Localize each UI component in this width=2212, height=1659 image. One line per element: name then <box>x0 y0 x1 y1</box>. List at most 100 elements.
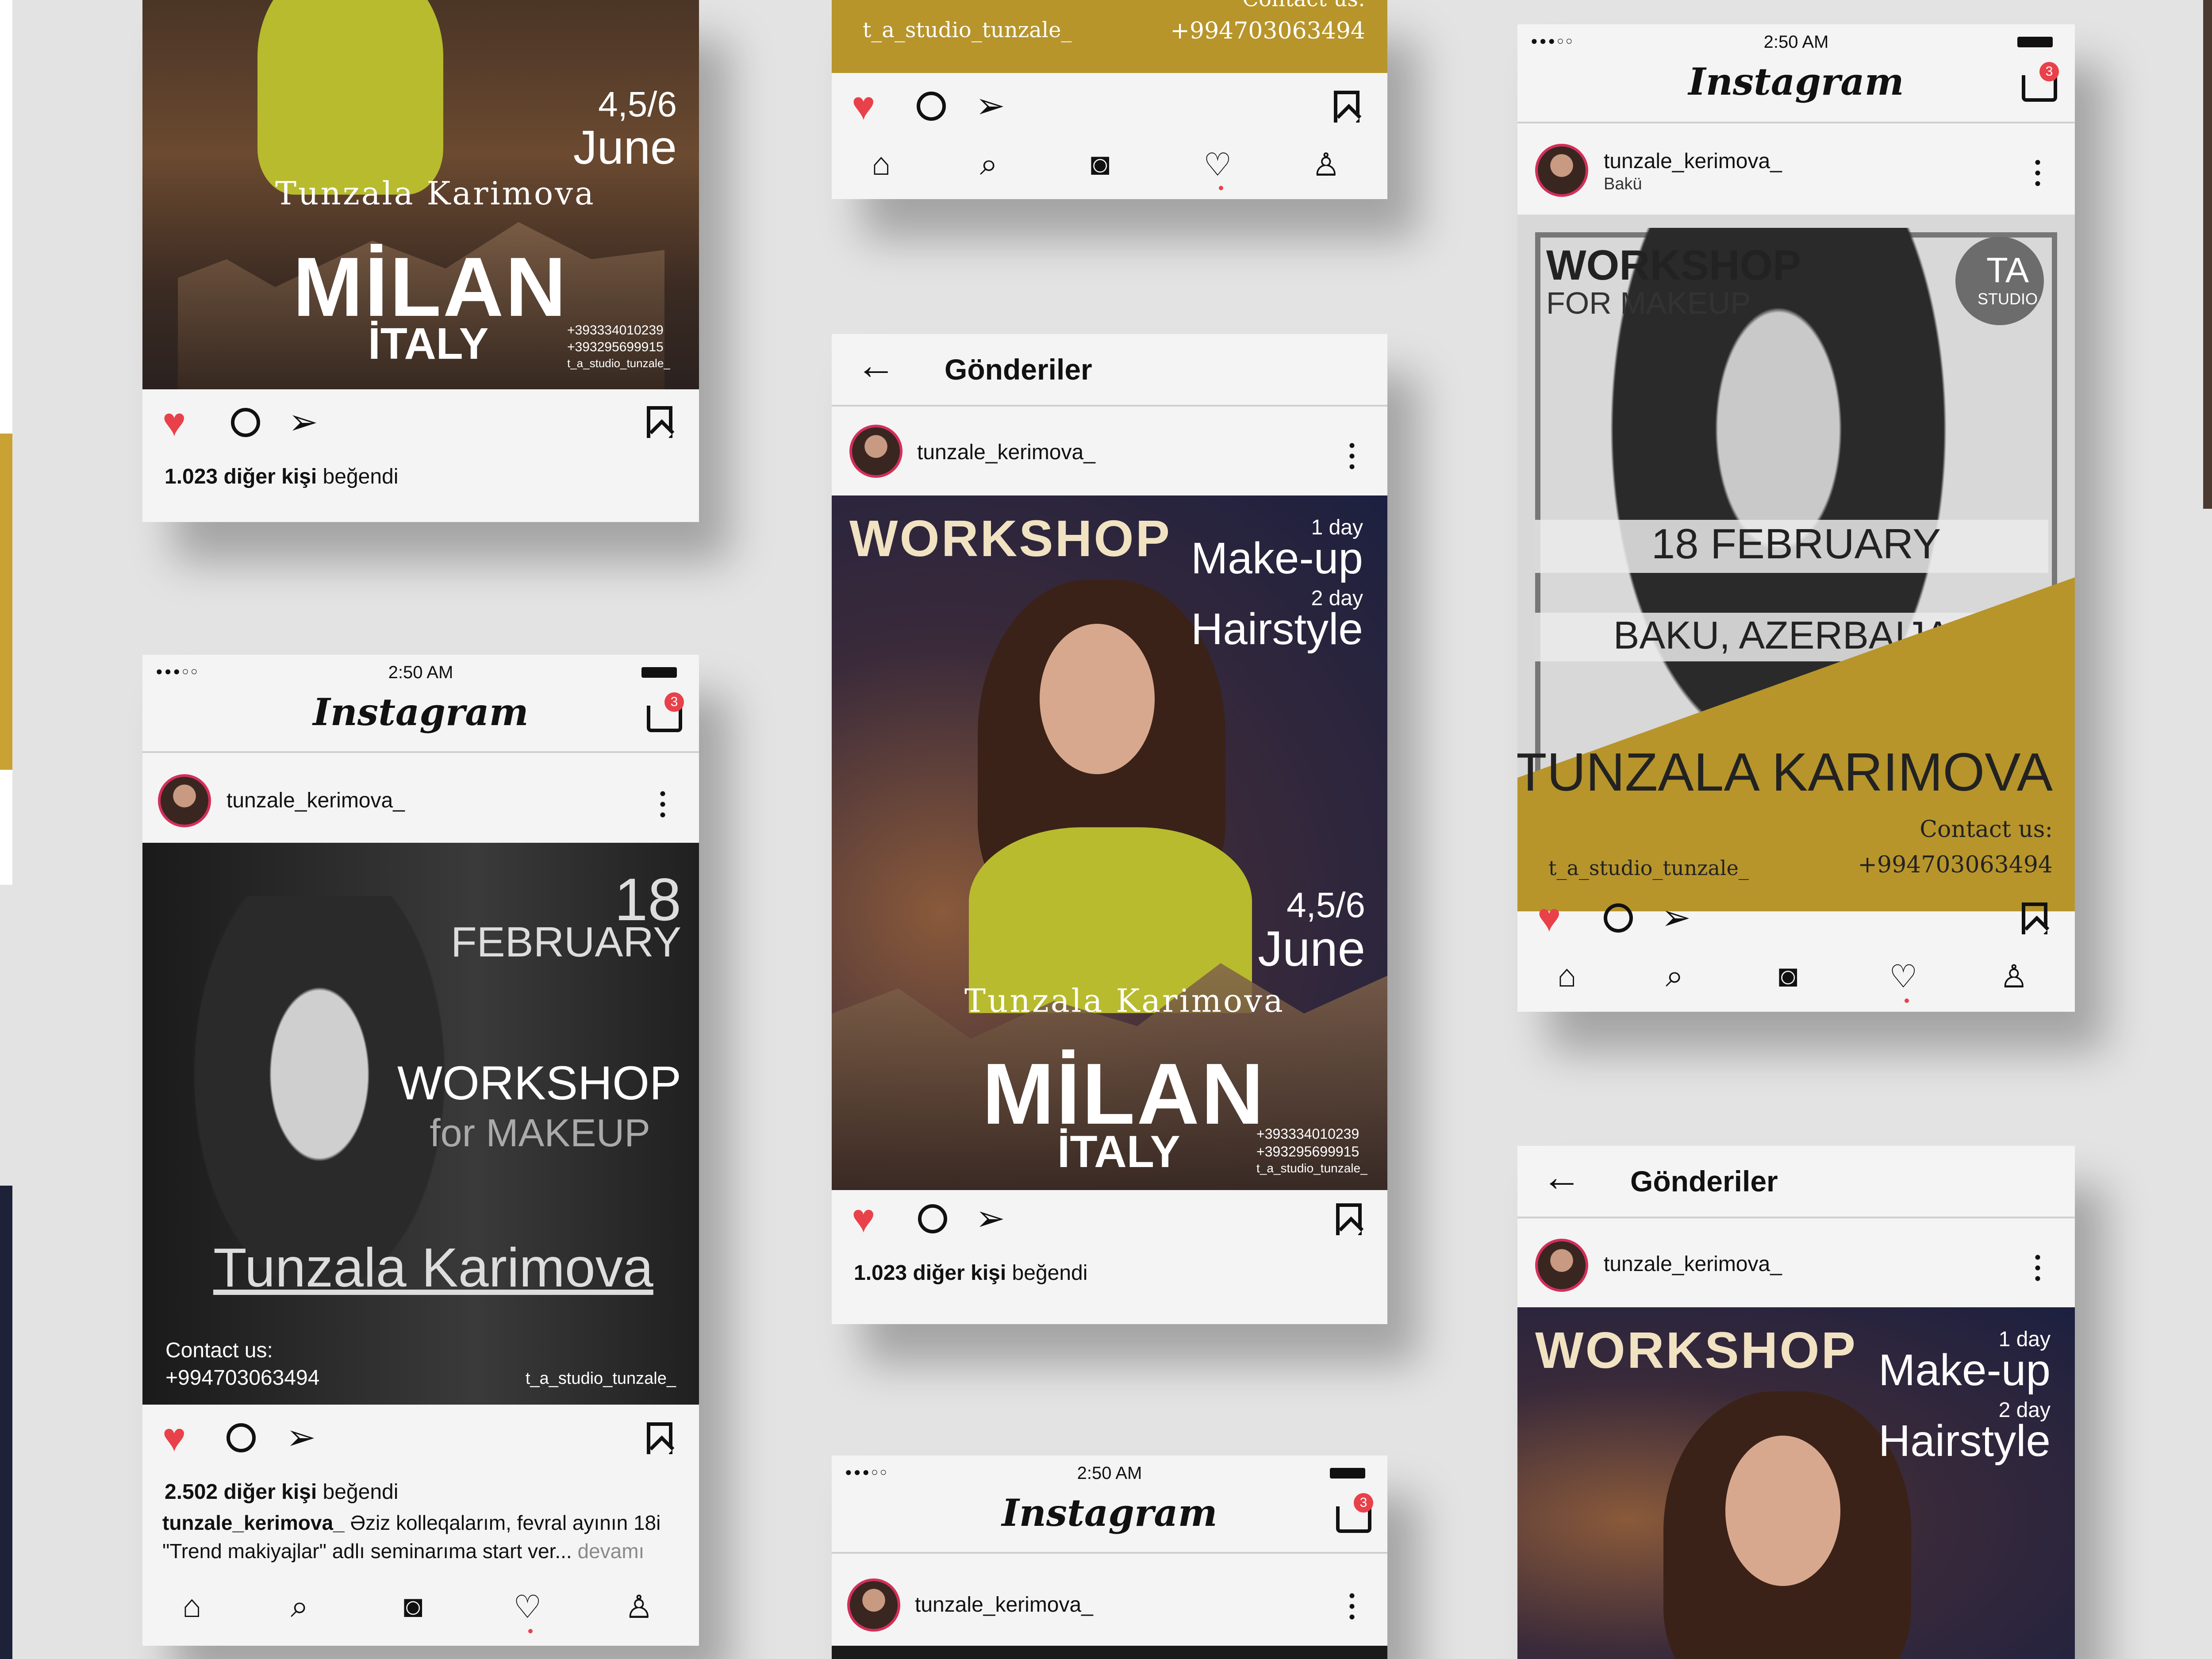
activity-heart-icon[interactable]: ♡ <box>1889 958 1918 995</box>
post-image-milan-workshop[interactable]: WORKSHOP 1 day Make-up 2 day Hairstyle 4… <box>832 495 1387 1190</box>
more-options-icon[interactable] <box>660 788 665 818</box>
back-arrow-icon[interactable]: ← <box>856 343 896 388</box>
likes-number: 1.023 diğer kişi <box>854 1261 1006 1285</box>
contact-phone: +994703063494 <box>165 1366 320 1390</box>
like-heart-icon[interactable]: ♥ <box>852 86 875 126</box>
studio-logo-mark: TA <box>1986 250 2029 290</box>
username[interactable]: tunzale_kerimova_ <box>915 1593 1093 1617</box>
home-icon[interactable]: ⌂ <box>872 146 891 182</box>
search-icon[interactable]: ⌕ <box>1666 958 1683 995</box>
avatar[interactable] <box>847 1578 900 1632</box>
like-heart-icon[interactable]: ♥ <box>852 1199 875 1239</box>
profile-icon[interactable]: ♙ <box>2000 958 2028 995</box>
camera-icon[interactable]: ◙ <box>403 1588 423 1624</box>
caption-user[interactable]: tunzale_kerimova_ <box>162 1511 345 1534</box>
phone-1: +393334010239 <box>1256 1126 1359 1142</box>
portrait-face <box>1725 1436 1840 1586</box>
post-image-feb-bw[interactable]: 18 FEBRUARY WORKSHOP for MAKEUP Tunzala … <box>142 843 699 1405</box>
username[interactable]: tunzale_kerimova_ <box>1604 149 1782 173</box>
comment-icon[interactable] <box>227 1423 256 1452</box>
like-heart-icon[interactable]: ♥ <box>1537 898 1561 938</box>
header-divider <box>142 751 699 753</box>
like-heart-icon[interactable]: ♥ <box>162 1418 186 1458</box>
activity-heart-icon[interactable]: ♡ <box>1203 146 1232 183</box>
contact-label: Contact us: <box>165 1339 273 1362</box>
likes-suffix: beğendi <box>323 465 399 488</box>
camera-icon[interactable]: ◙ <box>1778 958 1798 994</box>
comment-icon[interactable] <box>231 408 260 437</box>
camera-icon[interactable]: ◙ <box>1091 146 1110 182</box>
avatar[interactable] <box>158 774 211 827</box>
likes-count: 2.502 diğer kişi beğendi <box>165 1480 398 1504</box>
share-icon[interactable]: ➢ <box>286 1420 316 1455</box>
bookmark-icon[interactable] <box>1334 91 1359 123</box>
likes-number: 1.023 diğer kişi <box>165 465 317 488</box>
comment-icon[interactable] <box>918 1204 947 1233</box>
like-heart-icon[interactable]: ♥ <box>162 403 186 442</box>
search-icon[interactable]: ⌕ <box>980 146 998 183</box>
profile-icon[interactable]: ♙ <box>1312 146 1340 183</box>
likes-count: 1.023 diğer kişi beğendi <box>165 465 398 489</box>
action-row: ♥ ➢ <box>142 1418 699 1462</box>
username[interactable]: tunzale_kerimova_ <box>917 440 1095 465</box>
studio-handle: t_a_studio_tunzale_ <box>1256 1161 1367 1175</box>
location[interactable]: Bakü <box>1604 175 1642 194</box>
battery-icon <box>641 667 677 678</box>
contact-label: Contact us: <box>1242 0 1365 12</box>
makeup-label: Make-up <box>1878 1345 2051 1395</box>
more-options-icon[interactable] <box>2035 157 2040 187</box>
artist-name: Tunzala Karimova <box>964 982 1285 1019</box>
home-icon[interactable]: ⌂ <box>1557 958 1577 994</box>
bookmark-icon[interactable] <box>647 406 672 438</box>
comment-icon[interactable] <box>1604 903 1633 933</box>
clock: 2:50 AM <box>1763 32 1829 52</box>
more-options-icon[interactable] <box>1349 440 1355 470</box>
phone-2: +393295699915 <box>567 340 664 354</box>
post-image-feb-gold[interactable]: WORKSHOP FOR MAKEUP TA STUDIO 18 FEBRUAR… <box>1517 215 2075 911</box>
post-image-milan-workshop[interactable]: WORKSHOP 1 day Make-up 2 day Hairstyle <box>1517 1307 2075 1659</box>
activity-dot <box>1905 998 1909 1003</box>
action-row: ♥ ➢ <box>832 86 1387 131</box>
status-bar: ●●●○○ 2:50 AM <box>142 655 699 690</box>
status-bar: ●●●○○ 2:50 AM <box>1517 24 2075 60</box>
workshop-subtitle: FOR MAKEUP <box>1546 286 1751 320</box>
bookmark-icon[interactable] <box>647 1422 672 1454</box>
comment-icon[interactable] <box>917 92 946 121</box>
share-icon[interactable]: ➢ <box>975 1201 1005 1236</box>
page-title: Gönderiler <box>1630 1165 1778 1198</box>
workshop-title: WORKSHOP <box>1546 242 1801 289</box>
header-divider <box>1517 122 2075 123</box>
notification-badge: 3 <box>664 692 684 712</box>
bookmark-icon[interactable] <box>2022 902 2047 934</box>
post-image-top-edge[interactable] <box>832 1646 1387 1659</box>
action-row: ♥ ➢ <box>142 403 699 447</box>
bookmark-icon[interactable] <box>1336 1203 1362 1235</box>
posts-card-right: ← Gönderiler tunzale_kerimova_ WORKSHOP … <box>1517 1146 2075 1659</box>
avatar[interactable] <box>1535 144 1588 197</box>
post-card-milan-top: 4,5/6 June Tunzala Karimova MİLAN İTALY … <box>142 0 699 522</box>
more-options-icon[interactable] <box>2035 1252 2040 1282</box>
back-arrow-icon[interactable]: ← <box>1542 1155 1582 1200</box>
back-header: ← Gönderiler <box>1517 1146 2075 1217</box>
avatar[interactable] <box>1535 1239 1588 1292</box>
caption-line-1: Əziz kolleqalarım, fevral ayının 18i <box>350 1511 661 1534</box>
username[interactable]: tunzale_kerimova_ <box>1604 1252 1782 1276</box>
artist-name: TUNZALA KARIMOVA <box>1517 742 2053 802</box>
avatar[interactable] <box>849 425 902 478</box>
activity-heart-icon[interactable]: ♡ <box>513 1588 542 1625</box>
home-icon[interactable]: ⌂ <box>182 1588 202 1624</box>
caption-more-link[interactable]: devamı <box>577 1540 644 1563</box>
post-image-milan[interactable]: 4,5/6 June Tunzala Karimova MİLAN İTALY … <box>142 0 699 389</box>
workshop-subtitle: for MAKEUP <box>430 1111 650 1155</box>
username[interactable]: tunzale_kerimova_ <box>227 788 405 813</box>
share-icon[interactable]: ➢ <box>288 404 318 440</box>
share-icon[interactable]: ➢ <box>1661 900 1691 935</box>
profile-icon[interactable]: ♙ <box>625 1588 653 1625</box>
share-icon[interactable]: ➢ <box>975 88 1005 123</box>
feed-card-left: ●●●○○ 2:50 AM Instagram 3 tunzale_kerimo… <box>142 655 699 1646</box>
notification-badge: 3 <box>1354 1493 1373 1513</box>
feed-card-right: ●●●○○ 2:50 AM Instagram 3 tunzale_kerimo… <box>1517 24 2075 1012</box>
search-icon[interactable]: ⌕ <box>291 1588 308 1625</box>
more-options-icon[interactable] <box>1349 1590 1355 1621</box>
country-title: İTALY <box>1057 1126 1180 1177</box>
